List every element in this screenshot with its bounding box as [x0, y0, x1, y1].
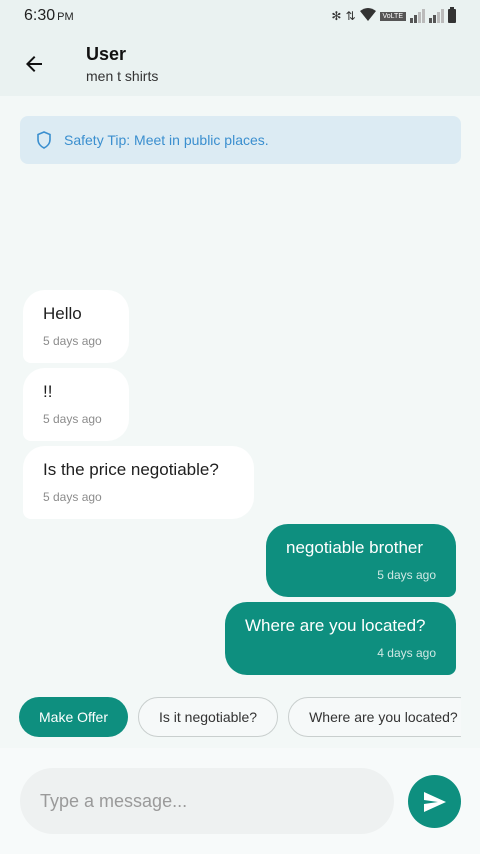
shield-icon — [37, 131, 51, 149]
data-arrows-icon: ⇅ — [345, 9, 356, 23]
status-bar: 6:30 PM ✻ ⇅ VoLTE — [0, 0, 480, 32]
header-text: User men t shirts — [86, 44, 158, 84]
message-time: 5 days ago — [377, 568, 436, 582]
message-time: 4 days ago — [377, 646, 436, 660]
safety-tip-text: Safety Tip: Meet in public places. — [64, 132, 269, 148]
message-text: Is the price negotiable? — [43, 460, 219, 479]
app-header: User men t shirts — [0, 32, 480, 96]
chat-subtitle: men t shirts — [86, 68, 159, 84]
volte-badge: VoLTE — [379, 11, 406, 21]
message-bubble-incoming[interactable]: Is the price negotiable? 5 days ago — [23, 446, 254, 519]
signal-icon — [410, 9, 425, 23]
status-time-value: 6:30 — [24, 7, 56, 24]
make-offer-chip[interactable]: Make Offer — [19, 697, 128, 737]
message-text: negotiable brother — [286, 538, 424, 557]
bluetooth-icon: ✻ — [331, 9, 342, 23]
message-bubble-incoming[interactable]: Hello 5 days ago — [23, 290, 129, 363]
quick-reply-chip-negotiable[interactable]: Is it negotiable? — [138, 697, 279, 737]
back-button[interactable] — [14, 44, 54, 84]
message-input[interactable] — [20, 768, 394, 834]
message-time: 5 days ago — [43, 490, 102, 504]
send-button[interactable] — [408, 775, 461, 828]
send-icon — [423, 791, 446, 812]
message-bubble-outgoing[interactable]: negotiable brother 5 days ago — [266, 524, 456, 597]
status-icons: ✻ ⇅ VoLTE — [331, 7, 456, 24]
battery-icon — [448, 7, 456, 23]
message-text: !! — [43, 382, 53, 401]
message-time: 5 days ago — [43, 412, 102, 426]
safety-tip-banner: Safety Tip: Meet in public places. — [20, 116, 461, 164]
message-text: Where are you located? — [245, 616, 426, 635]
quick-replies: Make Offer Is it negotiable? Where are y… — [19, 697, 461, 739]
message-time: 5 days ago — [43, 334, 102, 348]
status-time: 6:30 PM — [24, 7, 74, 25]
message-text: Hello — [43, 304, 82, 323]
message-composer — [0, 748, 480, 854]
status-ampm: PM — [57, 11, 74, 23]
message-bubble-incoming[interactable]: !! 5 days ago — [23, 368, 129, 441]
chat-title: User — [86, 44, 127, 64]
wifi-icon — [359, 8, 376, 24]
arrow-left-icon — [26, 56, 42, 72]
message-bubble-outgoing[interactable]: Where are you located? 4 days ago — [225, 602, 456, 675]
signal-icon-2 — [429, 9, 444, 23]
quick-reply-chip-location[interactable]: Where are you located? — [288, 697, 461, 737]
